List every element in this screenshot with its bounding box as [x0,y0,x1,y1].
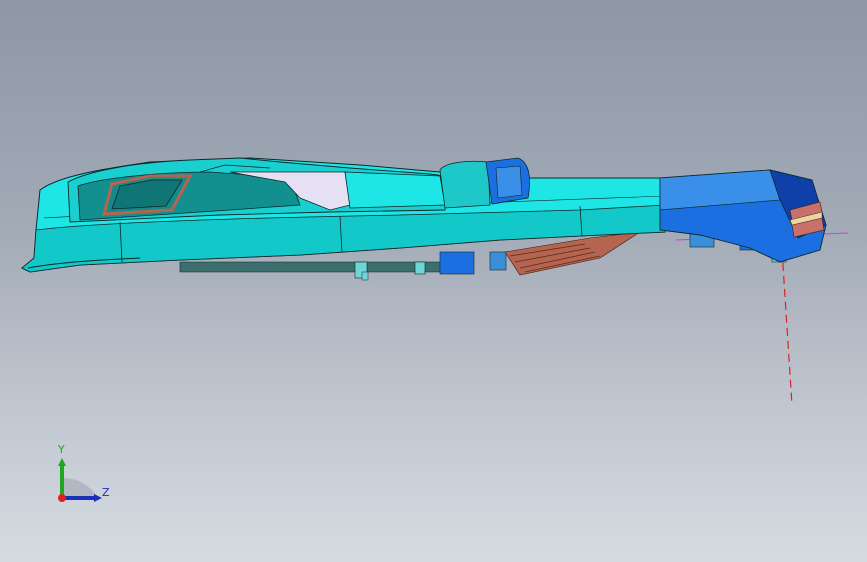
x-axis-origin-icon [58,494,66,502]
orientation-triad[interactable]: Y Z [40,438,130,518]
z-axis-arrow-icon [94,494,102,502]
z-axis-label: Z [102,486,110,499]
cad-viewport[interactable]: Y Z [0,0,867,562]
y-axis-arrow-icon [58,458,66,466]
y-axis-label: Y [58,443,65,456]
triad-graphic [58,458,102,502]
reference-axis-line [781,249,793,406]
z-axis-line [62,496,94,500]
y-axis-line [60,465,64,498]
3d-model-view[interactable] [0,0,867,562]
